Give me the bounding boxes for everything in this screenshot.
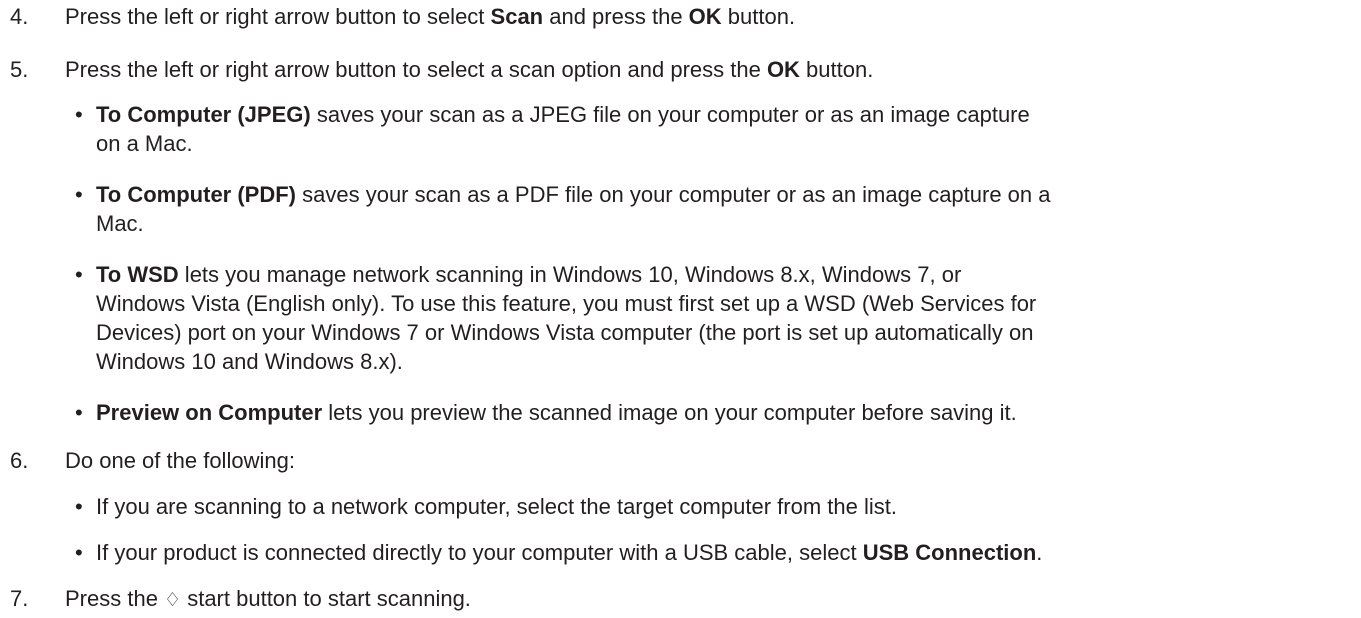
option-term: To Computer (JPEG) [96,102,311,127]
bullet-text: If your product is connected directly to… [96,540,1043,565]
bullet-text: To Computer (PDF) saves your scan as a P… [96,182,1051,236]
ok-term: OK [688,4,722,29]
bullet-text: To Computer (JPEG) saves your scan as a … [96,102,1030,156]
bullet-text: If you are scanning to a network compute… [96,494,897,519]
ok-term: OK [766,57,800,82]
step-number: 7. [10,586,29,611]
option-term: To WSD [96,262,179,287]
usb-connection-term: USB Connection [862,540,1037,565]
step-text: Press the ♢ start button to start scanni… [65,584,1341,615]
instruction-document: 4. Press the left or right arrow button … [0,0,1361,618]
bullet-text: To WSD lets you manage network scanning … [96,262,1037,374]
start-button-icon: ♢ [164,589,182,611]
step-number: 4. [10,4,29,29]
bullet-dot: • [75,400,83,425]
bullet-dot: • [75,182,83,207]
bullet-text: Preview on Computer lets you preview the… [96,400,1017,425]
bullet-dot: • [75,540,83,565]
bullet-dot: • [75,102,83,127]
option-term: To Computer (PDF) [96,182,297,207]
bullet-dot: • [75,262,83,287]
step-text: Press the left or right arrow button to … [65,4,796,29]
step-number: 6. [10,448,29,473]
scan-term: Scan [490,4,544,29]
option-term: Preview on Computer [96,400,323,425]
step-text: Press the left or right arrow button to … [65,57,874,82]
step-number: 5. [10,57,29,82]
bullet-dot: • [75,494,83,519]
step-text: Do one of the following: [65,448,295,473]
